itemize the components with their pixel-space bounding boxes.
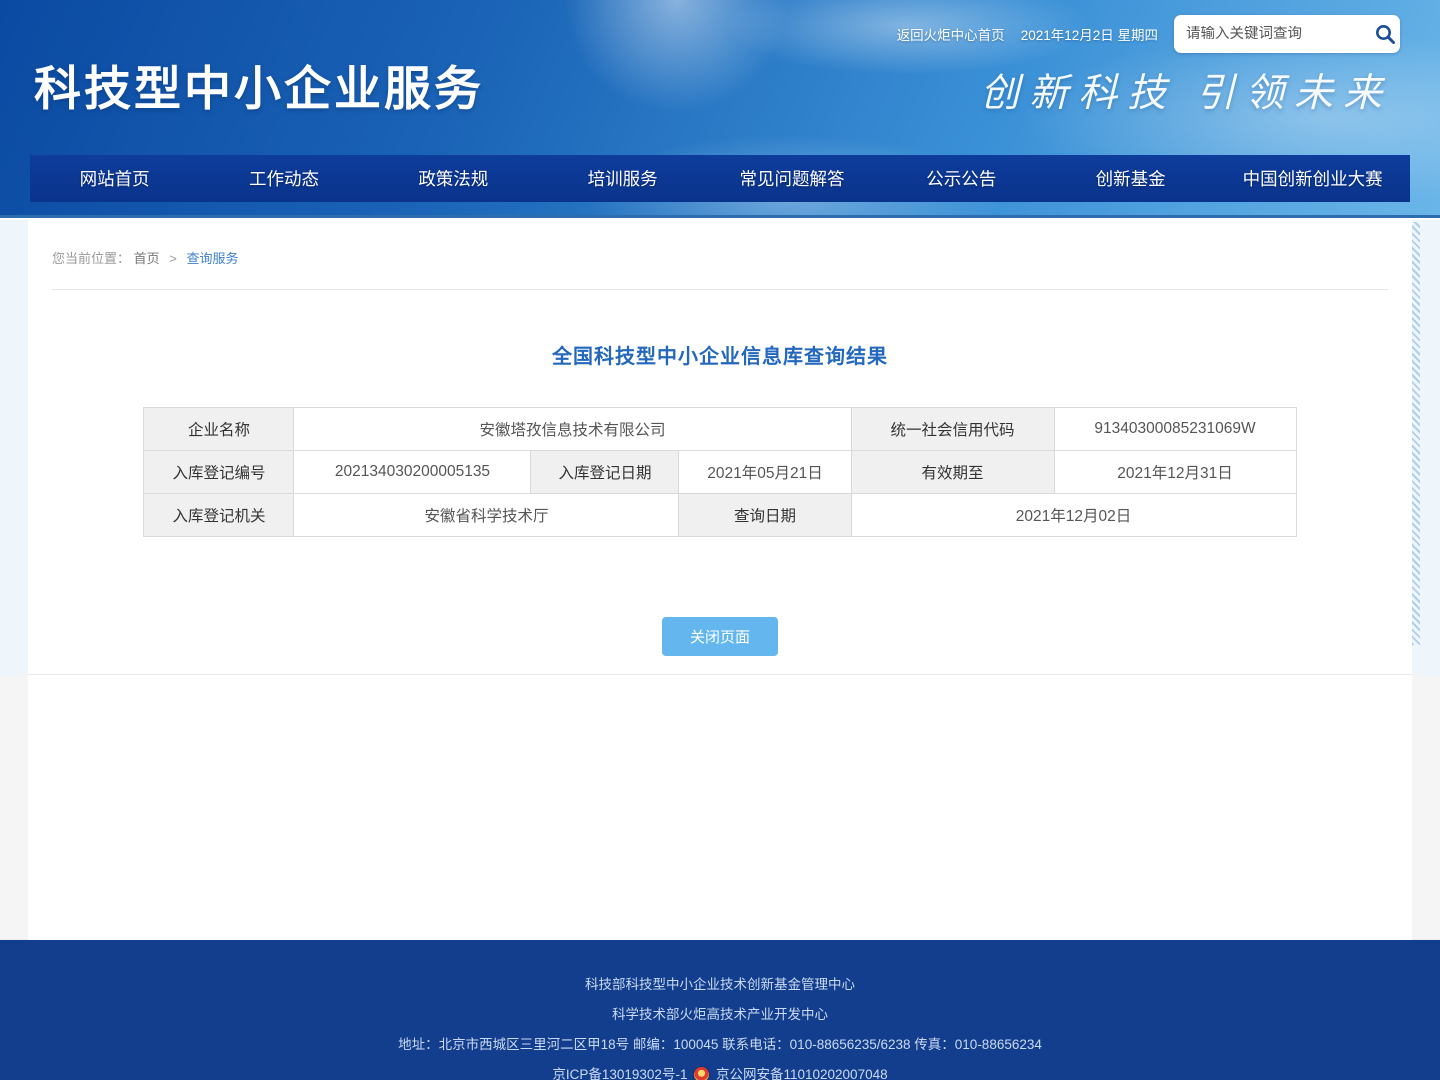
police-badge-icon xyxy=(694,1067,709,1080)
page-title: 全国科技型中小企业信息库查询结果 xyxy=(28,340,1412,369)
nav-item-faq[interactable]: 常见问题解答 xyxy=(707,155,876,202)
cell-company-name-value: 安徽塔孜信息技术有限公司 xyxy=(294,408,851,451)
breadcrumb-prefix: 您当前位置： xyxy=(52,251,130,266)
search-icon xyxy=(1373,22,1397,46)
footer-org-line-2: 科学技术部火炬高技术产业开发中心 xyxy=(0,1000,1440,1030)
cell-company-name-label: 企业名称 xyxy=(144,408,294,451)
footer-police-link[interactable]: 京公网安备11010202007048 xyxy=(716,1067,888,1080)
breadcrumb-current-link[interactable]: 查询服务 xyxy=(187,251,239,266)
back-to-torch-center-link[interactable]: 返回火炬中心首页 xyxy=(897,24,1005,44)
footer-address-line: 地址：北京市西城区三里河二区甲18号 邮编：100045 联系电话：010-88… xyxy=(0,1030,1440,1060)
cell-registration-date-value: 2021年05月21日 xyxy=(679,451,851,494)
nav-item-home[interactable]: 网站首页 xyxy=(30,155,199,202)
nav-item-work-news[interactable]: 工作动态 xyxy=(199,155,368,202)
site-logo: 科技型中小企业服务 xyxy=(34,50,484,119)
result-table: 企业名称 安徽塔孜信息技术有限公司 统一社会信用代码 9134030008523… xyxy=(143,407,1296,537)
table-row: 入库登记机关 安徽省科学技术厅 查询日期 2021年12月02日 xyxy=(144,494,1296,537)
site-header: 返回火炬中心首页 2021年12月2日 星期四 科技型中小企业服务 创新科技 引… xyxy=(0,0,1440,218)
cell-valid-until-label: 有效期至 xyxy=(851,451,1054,494)
cell-credit-code-value: 91340300085231069W xyxy=(1054,408,1296,451)
cell-registration-date-label: 入库登记日期 xyxy=(531,451,679,494)
query-result-section: 您当前位置： 首页 > 查询服务 全国科技型中小企业信息库查询结果 企业名称 安… xyxy=(28,220,1412,675)
cell-registration-authority-label: 入库登记机关 xyxy=(144,494,294,537)
footer-icp-line: 京ICP备13019302号-1 京公网安备11010202007048 xyxy=(0,1060,1440,1080)
main-nav: 网站首页 工作动态 政策法规 培训服务 常见问题解答 公示公告 创新基金 中国创… xyxy=(30,155,1410,202)
nav-item-announcements[interactable]: 公示公告 xyxy=(877,155,1046,202)
cell-query-date-label: 查询日期 xyxy=(679,494,851,537)
footer-org-line-1: 科技部科技型中小企业技术创新基金管理中心 xyxy=(0,970,1440,1000)
search-box xyxy=(1174,15,1400,53)
nav-item-training[interactable]: 培训服务 xyxy=(538,155,707,202)
footer-icp-link[interactable]: 京ICP备13019302号-1 xyxy=(552,1067,687,1080)
cell-registration-authority-value: 安徽省科学技术厅 xyxy=(294,494,679,537)
current-date: 2021年12月2日 星期四 xyxy=(1021,24,1158,44)
cell-registration-number-value: 202134030200005135 xyxy=(294,451,531,494)
content-wrapper: 您当前位置： 首页 > 查询服务 全国科技型中小企业信息库查询结果 企业名称 安… xyxy=(28,220,1412,940)
site-footer: 科技部科技型中小企业技术创新基金管理中心 科学技术部火炬高技术产业开发中心 地址… xyxy=(0,940,1440,1080)
nav-item-policies[interactable]: 政策法规 xyxy=(369,155,538,202)
cell-credit-code-label: 统一社会信用代码 xyxy=(851,408,1054,451)
cell-valid-until-value: 2021年12月31日 xyxy=(1054,451,1296,494)
header-topbar: 返回火炬中心首页 2021年12月2日 星期四 xyxy=(897,14,1400,54)
cell-registration-number-label: 入库登记编号 xyxy=(144,451,294,494)
decorative-hatch-strip xyxy=(1412,222,1420,645)
cell-query-date-value: 2021年12月02日 xyxy=(851,494,1296,537)
search-input[interactable] xyxy=(1186,26,1373,42)
breadcrumb: 您当前位置： 首页 > 查询服务 xyxy=(52,248,1388,290)
nav-item-innovation-competition[interactable]: 中国创新创业大赛 xyxy=(1215,155,1410,202)
table-row: 入库登记编号 202134030200005135 入库登记日期 2021年05… xyxy=(144,451,1296,494)
close-page-button[interactable]: 关闭页面 xyxy=(662,617,778,656)
nav-item-innovation-fund[interactable]: 创新基金 xyxy=(1046,155,1215,202)
breadcrumb-separator: > xyxy=(169,251,177,266)
breadcrumb-home-link[interactable]: 首页 xyxy=(134,251,160,266)
search-button[interactable] xyxy=(1373,19,1397,49)
header-slogan: 创新科技 引领未来 xyxy=(980,62,1392,118)
table-row: 企业名称 安徽塔孜信息技术有限公司 统一社会信用代码 9134030008523… xyxy=(144,408,1296,451)
